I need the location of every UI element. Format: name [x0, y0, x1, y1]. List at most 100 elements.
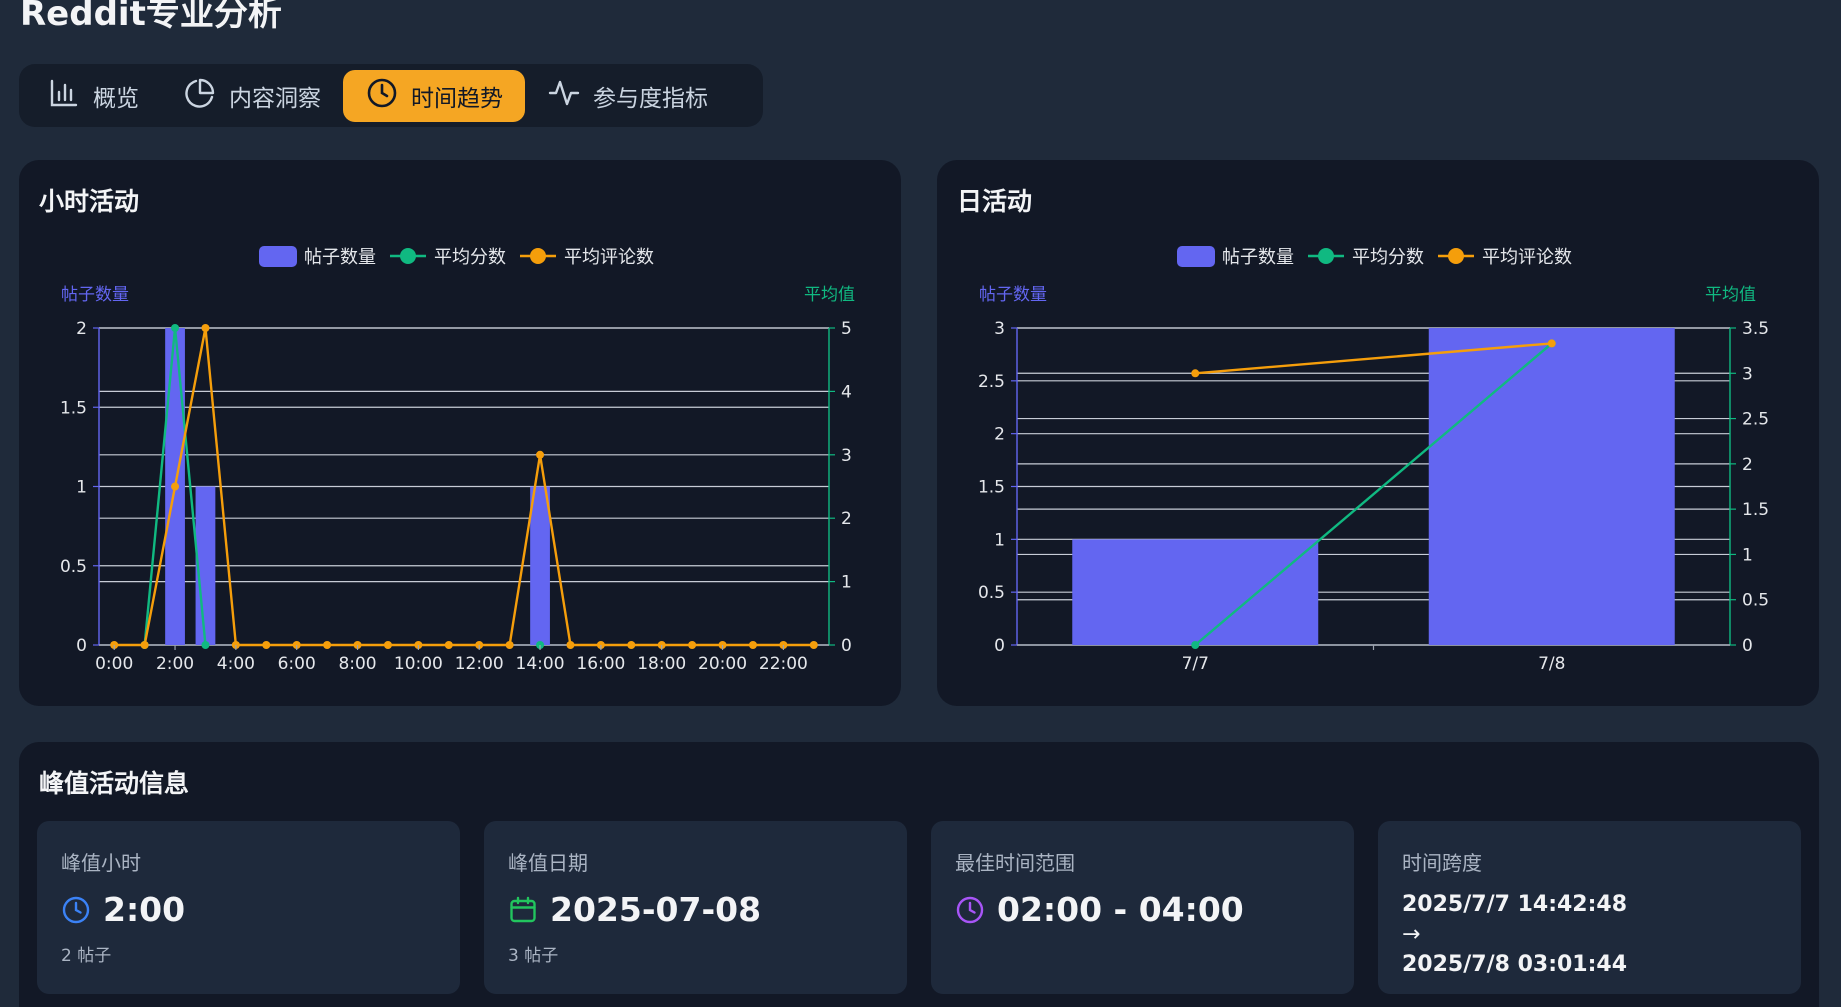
daily-activity-chart: 帖子数量 平均分数 平均评论数帖子数量 平均值00.511.522.5300.511.… [978, 246, 1769, 674]
x-tick-label: 18:00 [637, 654, 686, 674]
y-tick-label-right: 4 [841, 382, 852, 402]
legend-swatch-posts [259, 246, 297, 267]
card-sub: 3 帖子 [508, 946, 559, 966]
y-axis-title-right: 平均值 [1705, 285, 1756, 305]
view-tabs: 概览 内容洞察 时间趋势 参与度指标 [19, 64, 763, 127]
y-tick-label-left: 3 [994, 319, 1005, 339]
y-tick-label-left: 0.5 [60, 557, 87, 577]
y-tick-label-left: 1 [994, 530, 1005, 550]
x-tick-label: 22:00 [759, 654, 808, 674]
y-tick-label-right: 0.5 [1742, 591, 1769, 611]
legend-label: 帖子数量 [304, 247, 376, 268]
y-tick-label-left: 0 [76, 636, 87, 656]
x-tick-label: 7/7 [1182, 654, 1209, 674]
y-tick-label-left: 0 [994, 636, 1005, 656]
y-tick-label-right: 1 [841, 573, 852, 593]
card-value: 02:00 - 04:00 [997, 890, 1244, 929]
point-avg-comments [262, 641, 271, 649]
daily-activity-panel: 日活动 帖子数量 平均分数 平均评论数 帖子数量 平均值 0 0.5 1 1.5 2 2.5 3 0 0.… [937, 160, 1819, 706]
point-avg-score [171, 324, 180, 332]
point-avg-comments [1547, 339, 1556, 348]
tab-engagement[interactable]: 参与度指标 [525, 70, 730, 122]
card-value: 2025-07-08 [550, 890, 762, 929]
point-avg-score [201, 641, 210, 649]
legend-label: 平均评论数 [564, 247, 654, 268]
legend-swatch-dot [400, 248, 416, 264]
y-tick-label-left: 2 [994, 425, 1005, 445]
point-avg-comments [627, 641, 636, 649]
legend-label: 帖子数量 [1222, 247, 1294, 268]
pie-chart-icon [183, 76, 217, 116]
time-span-card: 时间跨度 2025/7/7 14:42:48 → 2025/7/8 03:01:… [1378, 821, 1801, 994]
point-avg-comments [140, 641, 149, 649]
clock-icon [365, 76, 399, 116]
clock-icon [61, 895, 91, 925]
point-avg-comments [505, 641, 514, 649]
y-tick-label-left: 1 [76, 478, 87, 498]
y-tick-label-right: 3 [841, 446, 852, 466]
bar-posts [1072, 539, 1319, 645]
x-tick-label: 0:00 [95, 654, 133, 674]
y-tick-label-right: 0 [1742, 636, 1753, 656]
tab-content-insights[interactable]: 内容洞察 [161, 70, 343, 122]
tab-label: 时间趋势 [411, 85, 503, 112]
tab-overview[interactable]: 概览 [25, 70, 161, 122]
x-tick-label: 12:00 [455, 654, 504, 674]
y-axis-title-left: 帖子数量 [979, 285, 1047, 305]
legend-label: 平均分数 [434, 247, 506, 268]
hourly-activity-chart: 帖子数量 平均分数 平均评论数帖子数量 平均值00.511.520123450:00 2… [60, 246, 855, 674]
hourly-activity-panel: 小时活动 帖子数量 平均分数 平均评论数 帖子数量 平均值 0 0.5 1 1.5 2 0 1 2 3 4 5… [19, 160, 901, 706]
x-tick-label: 7/8 [1538, 654, 1565, 674]
card-label: 最佳时间范围 [955, 851, 1075, 875]
card-label: 峰值日期 [508, 851, 588, 875]
point-avg-comments [1191, 369, 1200, 378]
y-tick-label-left: 2 [76, 319, 87, 339]
y-tick-label-left: 1.5 [60, 398, 87, 418]
peak-activity-title: 峰值活动信息 [39, 769, 190, 798]
point-avg-comments [444, 641, 453, 649]
y-tick-label-left: 2.5 [978, 372, 1005, 392]
x-tick-label: 4:00 [217, 654, 255, 674]
peak-hour-card: 峰值小时 2:00 2 帖子 [37, 821, 460, 994]
point-avg-comments [171, 482, 180, 491]
tab-label: 参与度指标 [593, 85, 708, 112]
x-tick-label: 6:00 [278, 654, 316, 674]
tab-time-trends[interactable]: 时间趋势 [343, 69, 525, 122]
best-time-range-card: 最佳时间范围 02:00 - 04:00 [931, 821, 1354, 994]
legend-label: 平均评论数 [1482, 247, 1572, 268]
legend-swatch-dot [1448, 248, 1464, 264]
page-title: Reddit专业分析 [20, 0, 282, 34]
x-tick-label: 8:00 [338, 654, 376, 674]
y-tick-label-left: 1.5 [978, 478, 1005, 498]
x-tick-label: 20:00 [698, 654, 747, 674]
point-avg-comments [536, 450, 545, 459]
point-avg-comments [748, 641, 757, 649]
peak-cards: 峰值小时 2:00 2 帖子 峰值日期 2025-07-08 3 帖子 最佳时间… [37, 821, 1801, 994]
card-label: 峰值小时 [61, 851, 141, 875]
point-avg-comments [688, 641, 697, 649]
bar-posts [1428, 328, 1675, 645]
y-tick-label-right: 0 [841, 636, 852, 656]
bar-posts [530, 486, 550, 645]
legend-swatch-posts [1177, 246, 1215, 267]
x-tick-label: 2:00 [156, 654, 194, 674]
point-avg-comments [323, 641, 332, 649]
y-tick-label-left: 0.5 [978, 583, 1005, 603]
x-tick-label: 10:00 [394, 654, 443, 674]
activity-icon [547, 76, 581, 116]
point-avg-comments [383, 641, 392, 649]
span-arrow: → [1402, 922, 1421, 947]
span-start: 2025/7/7 14:42:48 [1402, 892, 1628, 917]
bar-chart-icon [47, 76, 81, 116]
y-tick-label-right: 1.5 [1742, 500, 1769, 520]
card-sub: 2 帖子 [61, 946, 112, 966]
y-tick-label-right: 2.5 [1742, 410, 1769, 430]
legend-label: 平均分数 [1352, 247, 1424, 268]
y-tick-label-right: 1 [1742, 545, 1753, 565]
y-tick-label-right: 2 [1742, 455, 1753, 475]
y-axis-title-right: 平均值 [804, 285, 855, 305]
y-tick-label-right: 2 [841, 509, 852, 529]
calendar-icon [508, 895, 538, 925]
x-tick-label: 16:00 [576, 654, 625, 674]
point-avg-comments [201, 324, 210, 332]
